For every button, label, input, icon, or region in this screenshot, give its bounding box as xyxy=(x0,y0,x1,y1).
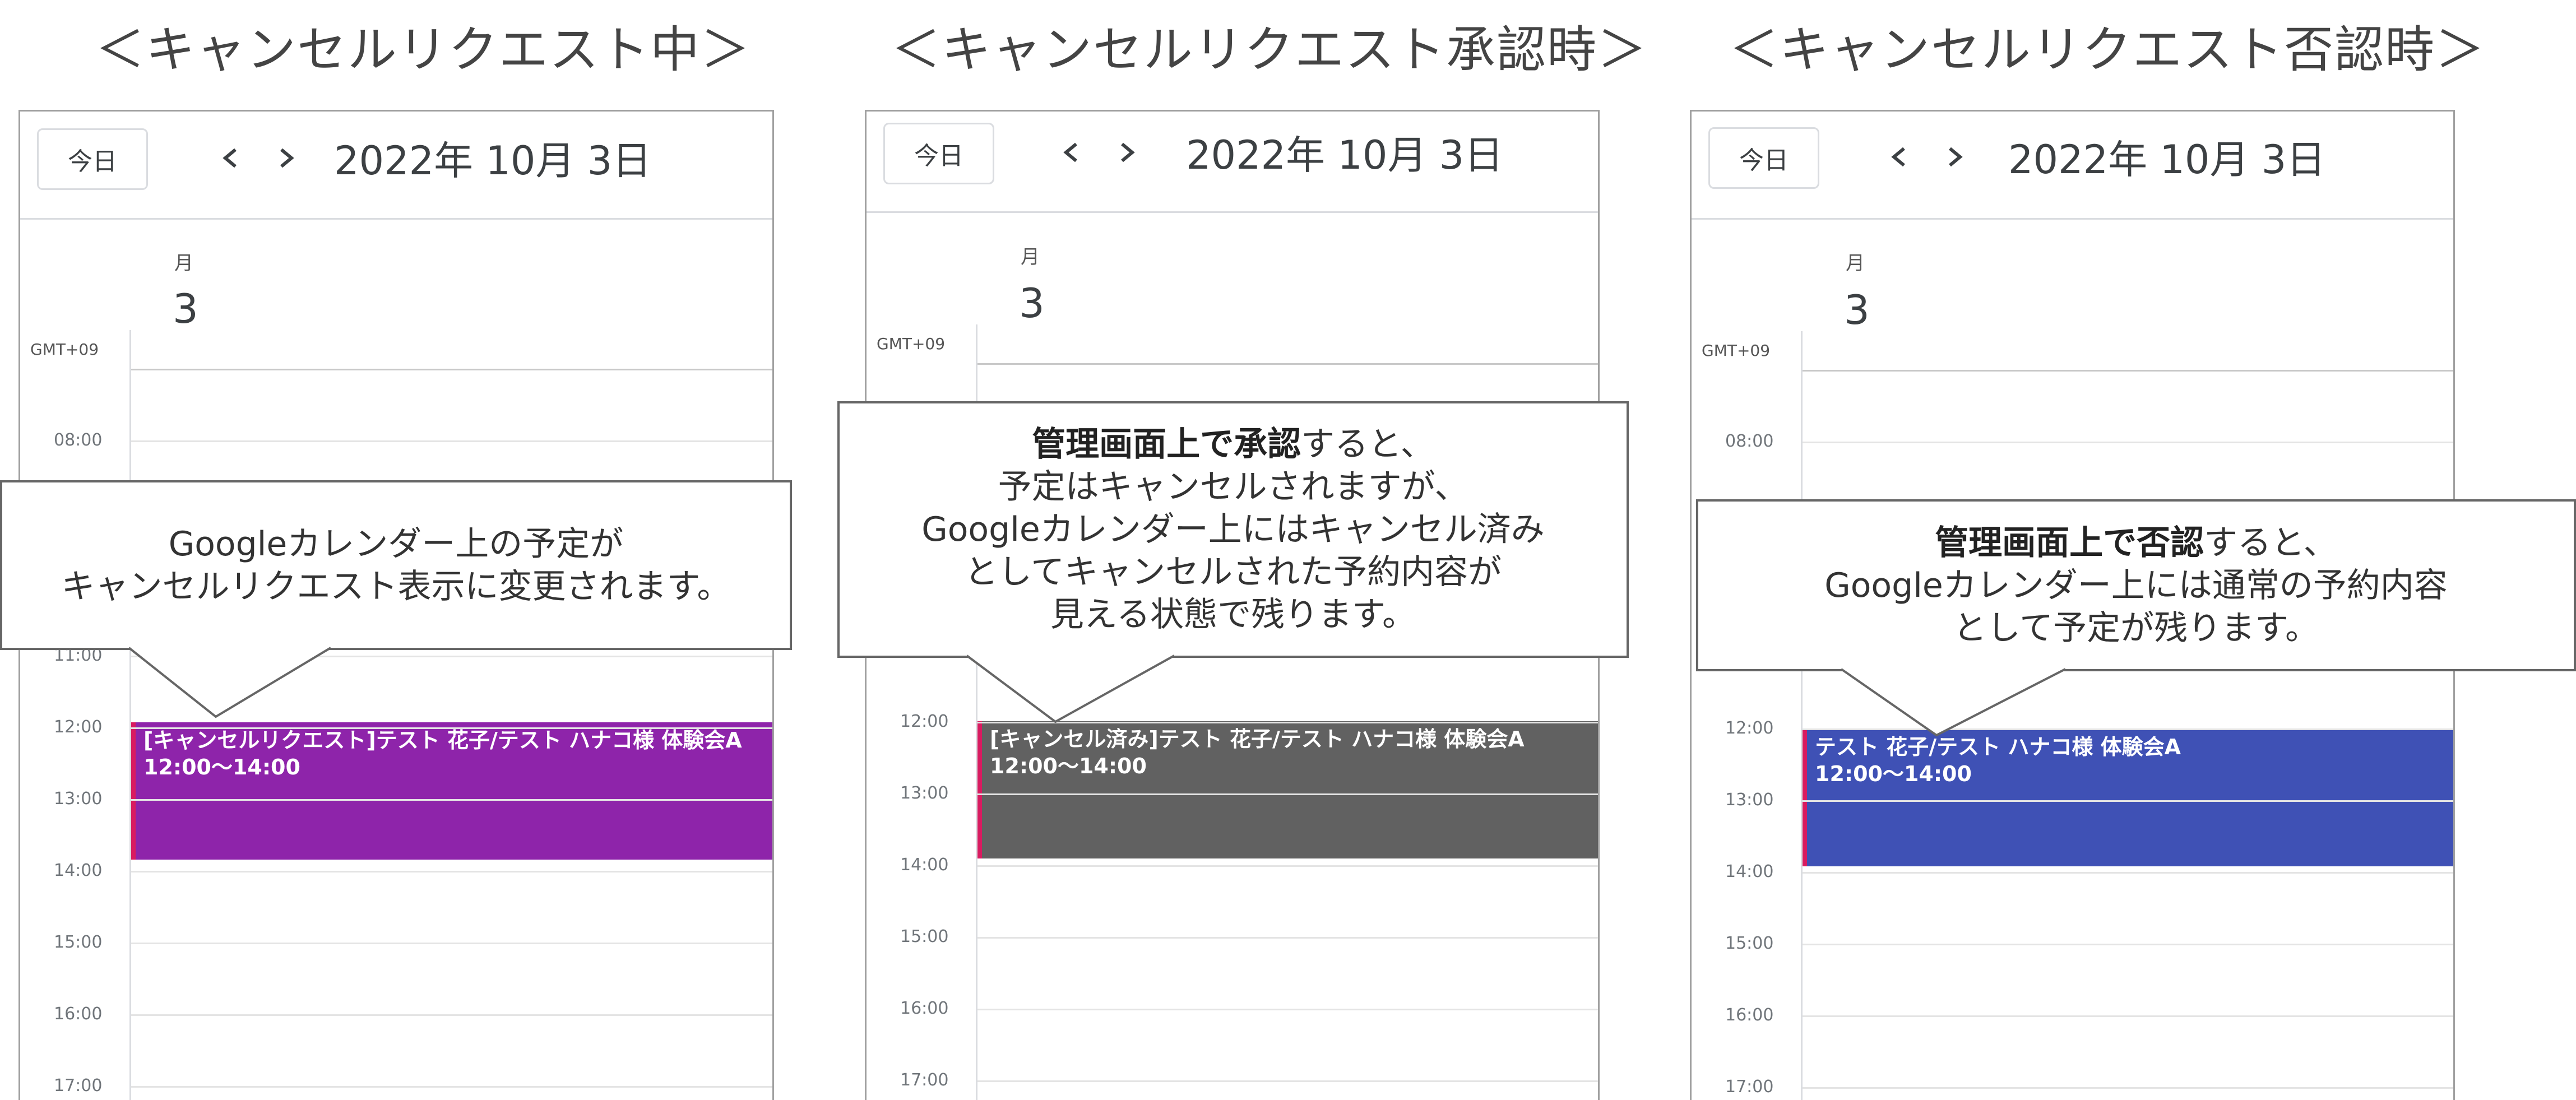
event-time: 12:00〜14:00 xyxy=(990,754,1147,778)
callout-line: 見える状態で残ります。 xyxy=(1050,595,1416,634)
hour-label: 14:00 xyxy=(1725,862,1774,881)
hour-label: 15:00 xyxy=(900,927,949,946)
hour-label: 16:00 xyxy=(54,1004,103,1024)
hour-label: 17:00 xyxy=(1725,1077,1774,1097)
hour-gridline xyxy=(131,727,772,729)
hour-label: 13:00 xyxy=(1725,790,1774,810)
hour-gridline xyxy=(131,1014,772,1016)
hour-label: 15:00 xyxy=(54,932,103,952)
hour-label: 08:00 xyxy=(1725,431,1774,451)
hour-label: 15:00 xyxy=(1725,934,1774,953)
panel-heading-request: ＜キャンセルリクエスト中＞ xyxy=(95,21,752,78)
callout-rejected: 管理画面上で否認すると、 Googleカレンダー上には通常の予約内容 として予定… xyxy=(1696,499,2576,671)
event-title: [キャンセルリクエスト]テスト 花子/テスト ハナコ様 体験会A xyxy=(143,728,742,753)
hour-label: 13:00 xyxy=(54,789,103,809)
event-time: 12:00〜14:00 xyxy=(1815,762,1972,786)
callout-line: キャンセルリクエスト表示に変更されます。 xyxy=(61,567,731,606)
hour-gridline xyxy=(131,440,772,442)
calendar-event[interactable]: [キャンセルリクエスト]テスト 花子/テスト ハナコ様 体験会A 12:00〜1… xyxy=(131,722,772,860)
hour-gridline xyxy=(131,943,772,944)
hour-gridline xyxy=(1803,800,2453,802)
hour-gridline xyxy=(977,1080,1598,1082)
hour-gridline xyxy=(131,799,772,801)
hour-label: 08:00 xyxy=(54,430,103,450)
event-title: [キャンセル済み]テスト 花子/テスト ハナコ様 体験会A xyxy=(990,727,1525,751)
callout-tail xyxy=(966,655,1175,723)
callout-tail xyxy=(128,647,332,718)
hour-label: 14:00 xyxy=(900,855,949,875)
hour-gridline xyxy=(977,1009,1598,1010)
hour-gridline xyxy=(131,871,772,872)
hour-label: 12:00 xyxy=(54,717,103,737)
hour-gridline xyxy=(131,369,772,370)
callout-first-line: 管理画面上で否認すると、 xyxy=(1935,523,2337,563)
callout-line: Googleカレンダー上にはキャンセル済み xyxy=(921,510,1545,549)
callout-approved: 管理画面上で承認すると、 予定はキャンセルされますが、 Googleカレンダー上… xyxy=(837,401,1629,658)
hour-gridline xyxy=(977,793,1598,795)
hour-label: 16:00 xyxy=(1725,1005,1774,1025)
calendar-event[interactable]: [キャンセル済み]テスト 花子/テスト ハナコ様 体験会A 12:00〜14:0… xyxy=(977,721,1598,858)
panel-heading-approved: ＜キャンセルリクエスト承認時＞ xyxy=(891,21,1648,78)
callout-tail xyxy=(1840,668,2066,737)
hour-label: 13:00 xyxy=(900,783,949,803)
callout-first-line: 管理画面上で承認すると、 xyxy=(1032,425,1434,464)
hour-gridline xyxy=(131,1086,772,1088)
hour-gridline xyxy=(1803,1087,2453,1089)
calendar-event[interactable]: テスト 花子/テスト ハナコ様 体験会A 12:00〜14:00 xyxy=(1803,729,2453,866)
callout-line: Googleカレンダー上の予定が xyxy=(168,524,624,564)
hour-gridline xyxy=(1803,442,2453,443)
hour-gridline xyxy=(1803,872,2453,874)
hour-label: 16:00 xyxy=(900,999,949,1018)
callout-request: Googleカレンダー上の予定が キャンセルリクエスト表示に変更されます。 xyxy=(0,480,792,650)
callout-line: としてキャンセルされた予約内容が xyxy=(964,553,1502,592)
hour-gridline xyxy=(977,865,1598,867)
hour-label: 17:00 xyxy=(900,1070,949,1090)
hour-gridline xyxy=(1803,944,2453,945)
callout-line: として予定が残ります。 xyxy=(1953,608,2319,648)
hour-gridline xyxy=(1803,1015,2453,1017)
callout-emphasis: 管理画面上で承認 xyxy=(1032,425,1301,464)
hour-label: 17:00 xyxy=(54,1076,103,1096)
event-time: 12:00〜14:00 xyxy=(143,755,300,779)
hour-gridline xyxy=(977,937,1598,939)
callout-line: 予定はキャンセルされますが、 xyxy=(998,467,1468,507)
callout-line: Googleカレンダー上には通常の予約内容 xyxy=(1824,565,2448,605)
hour-label: 14:00 xyxy=(54,861,103,880)
callout-emphasis: 管理画面上で否認 xyxy=(1935,523,2204,563)
hour-label: 12:00 xyxy=(1725,718,1774,738)
hour-label: 12:00 xyxy=(900,712,949,731)
hour-gridline xyxy=(977,363,1598,365)
hour-gridline xyxy=(1803,370,2453,372)
panel-heading-rejected: ＜キャンセルリクエスト否認時＞ xyxy=(1729,21,2486,78)
